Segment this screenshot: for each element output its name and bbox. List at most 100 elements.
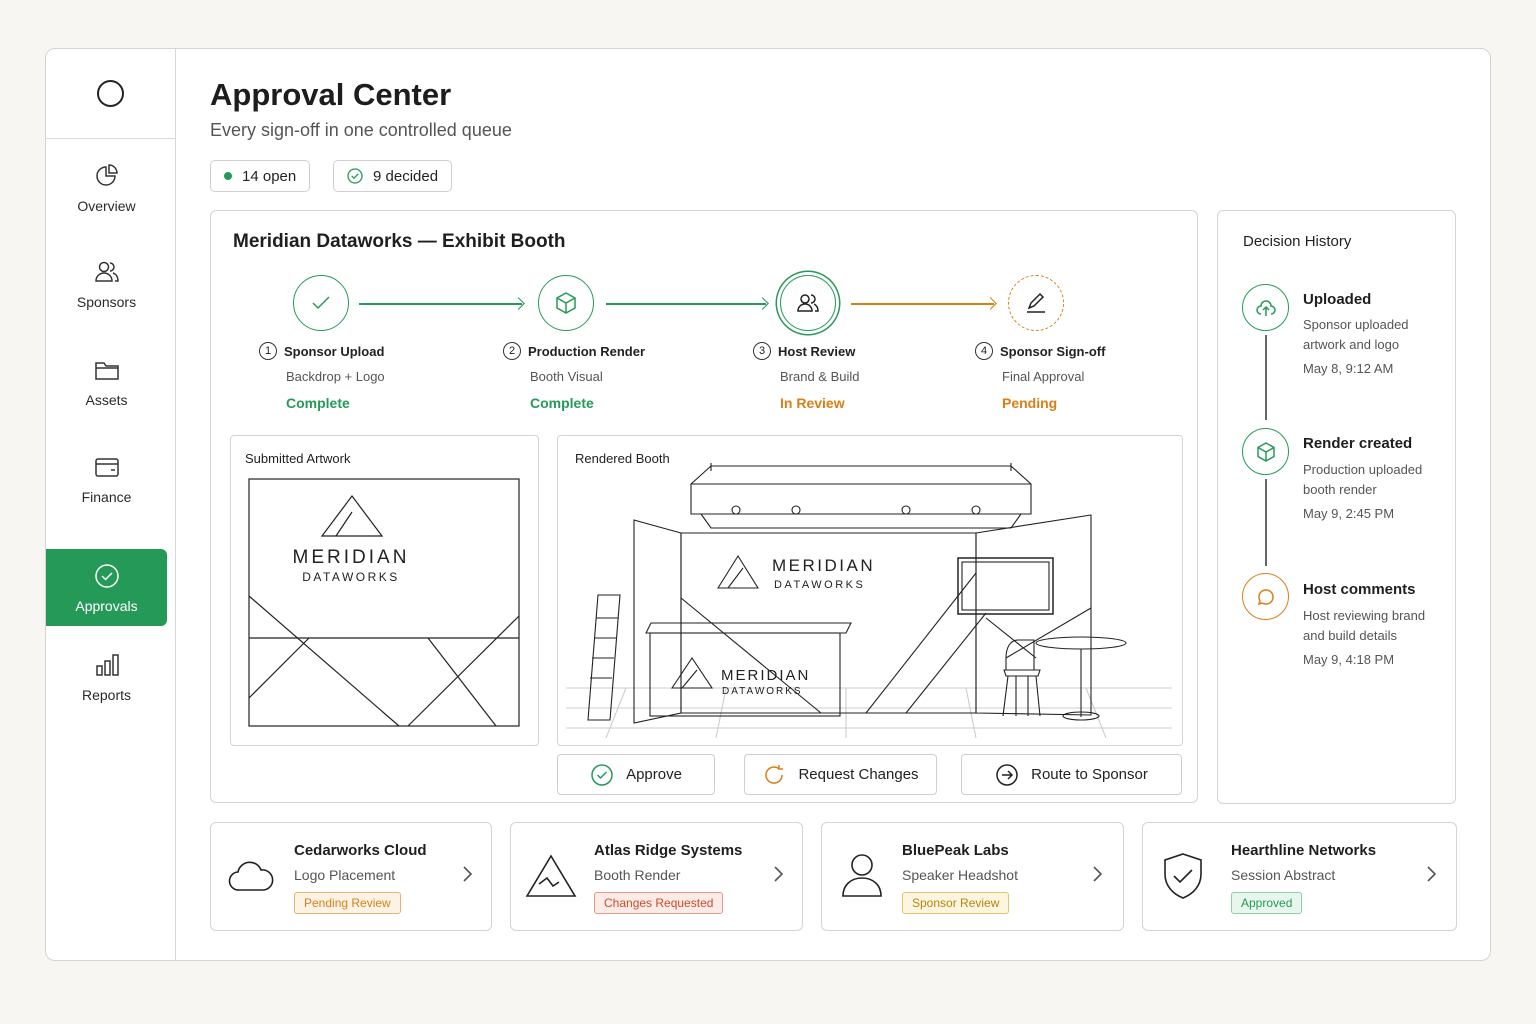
queue-item-desc: Logo Placement: [294, 867, 396, 883]
step-number: 4: [975, 342, 993, 360]
history-title: Decision History: [1243, 233, 1352, 250]
decision-history-card: Decision History Uploaded Sponsor upload…: [1217, 210, 1456, 804]
queue-item-desc: Speaker Headshot: [902, 867, 1018, 883]
status-badge: Changes Requested: [594, 892, 724, 914]
step-4-label: 4 Sponsor Sign-off: [975, 342, 1105, 360]
history-event-desc: Sponsor uploaded artwork and logo: [1303, 317, 1409, 352]
cloud-icon: [228, 861, 274, 891]
sidebar-item-label: Approvals: [75, 597, 138, 614]
check-icon: [312, 296, 330, 310]
history-event-desc: Production uploaded booth render: [1303, 462, 1423, 497]
history-event-time: May 8, 9:12 AM: [1303, 361, 1394, 376]
pie-chart-icon: [95, 163, 118, 186]
check-circle-icon: [347, 168, 363, 184]
step-3-state: In Review: [780, 395, 845, 411]
step-3-label: 3 Host Review: [753, 342, 855, 360]
step-name: Sponsor Sign-off: [1000, 343, 1106, 359]
history-event-time: May 9, 2:45 PM: [1303, 506, 1395, 521]
timeline-line: [1265, 335, 1267, 420]
queue-item-icon: [525, 850, 577, 902]
queue-item-atlas-ridge[interactable]: Atlas Ridge Systems Booth Render Changes…: [510, 822, 803, 931]
chevron-right-icon[interactable]: [1091, 863, 1105, 885]
arrow-circle-right-icon: [996, 763, 1018, 786]
sidebar: Overview Sponsors Assets Finance Approva…: [46, 49, 176, 960]
step-2-state: Complete: [530, 395, 594, 411]
sidebar-item-approvals[interactable]: Approvals: [46, 549, 167, 626]
chevron-right-icon[interactable]: [1425, 863, 1439, 885]
status-badge: Approved: [1231, 892, 1303, 914]
history-event-title: Host comments: [1303, 581, 1416, 598]
history-event-time: May 9, 4:18 PM: [1303, 652, 1395, 667]
app-window: Overview Sponsors Assets Finance Approva…: [45, 48, 1491, 961]
wallet-icon: [94, 457, 119, 477]
step-3-sub: Brand & Build: [780, 369, 860, 384]
history-event-title: Uploaded: [1303, 291, 1372, 308]
booth-brand-subtitle: DATAWORKS: [774, 579, 865, 591]
booth-render-preview[interactable]: MERIDIAN DATAWORKS MERIDIAN DATAWORKS: [566, 458, 1172, 738]
workflow-title: Meridian Dataworks — Exhibit Booth: [233, 231, 566, 252]
timeline-line: [1265, 479, 1267, 566]
chevron-right-icon[interactable]: [772, 863, 786, 885]
artwork-preview[interactable]: MERIDIAN DATAWORKS: [248, 478, 520, 727]
person-icon: [842, 854, 882, 897]
bar-chart-icon: [95, 653, 119, 676]
sidebar-item-sponsors[interactable]: Sponsors: [46, 245, 167, 322]
queue-item-icon: [1157, 850, 1209, 902]
check-circle-icon: [94, 563, 119, 588]
sidebar-item-overview[interactable]: Overview: [46, 149, 167, 226]
shield-check-icon: [1164, 853, 1202, 899]
sidebar-item-finance[interactable]: Finance: [46, 440, 167, 517]
sidebar-item-label: Overview: [77, 197, 136, 214]
counter-brand-subtitle: DATAWORKS: [722, 686, 803, 697]
queue-item-bluepeak[interactable]: BluePeak Labs Speaker Headshot Sponsor R…: [821, 822, 1124, 931]
users-icon: [797, 294, 819, 312]
queue-item-desc: Session Abstract: [1231, 867, 1336, 883]
step-connector: [359, 303, 522, 305]
step-3-status: [780, 275, 836, 331]
logo[interactable]: [46, 49, 175, 139]
workflow-card: Meridian Dataworks — Exhibit Booth 1 Spo…: [210, 210, 1198, 803]
queue-item-cedarworks[interactable]: Cedarworks Cloud Logo Placement Pending …: [210, 822, 492, 931]
queue-item-icon: [836, 850, 888, 902]
status-dot-icon: [224, 172, 232, 180]
mountain-icon: [525, 854, 577, 897]
step-1-sub: Backdrop + Logo: [286, 369, 385, 384]
decided-count-badge[interactable]: 9 decided: [333, 160, 453, 192]
sidebar-item-assets[interactable]: Assets: [46, 343, 167, 420]
artwork-brand-subtitle: DATAWORKS: [302, 570, 400, 584]
queue-item-name: Hearthline Networks: [1231, 842, 1377, 859]
step-4-status: [1008, 275, 1064, 331]
cube-icon: [1256, 441, 1275, 462]
step-name: Production Render: [528, 343, 646, 359]
queue-item-name: BluePeak Labs: [902, 842, 1009, 859]
logo-circle-icon: [97, 80, 124, 107]
cube-icon: [556, 292, 576, 314]
sidebar-item-label: Sponsors: [76, 293, 137, 310]
step-1-state: Complete: [286, 395, 350, 411]
counter-brand-name: MERIDIAN: [721, 667, 810, 684]
decided-count-label: 9 decided: [373, 167, 439, 185]
step-4-state: Pending: [1002, 395, 1058, 411]
users-icon: [94, 261, 119, 282]
refresh-icon: [765, 764, 784, 784]
check-circle-icon: [591, 763, 613, 786]
sidebar-item-reports[interactable]: Reports: [46, 638, 167, 715]
request-changes-button-label: Request Changes: [798, 766, 919, 783]
page-subtitle: Every sign-off in one controlled queue: [210, 120, 512, 140]
history-event-title: Render created: [1303, 435, 1413, 452]
folder-icon: [94, 361, 119, 380]
approve-button[interactable]: Approve: [557, 754, 715, 795]
step-name: Host Review: [778, 343, 856, 359]
sidebar-item-label: Finance: [81, 488, 132, 505]
step-connector: [606, 303, 766, 305]
queue-item-hearthline[interactable]: Hearthline Networks Session Abstract App…: [1142, 822, 1457, 931]
request-changes-button[interactable]: Request Changes: [744, 754, 937, 795]
history-event-icon: [1242, 573, 1289, 620]
open-count-badge[interactable]: 14 open: [210, 160, 311, 192]
chevron-right-icon[interactable]: [461, 863, 475, 885]
route-to-sponsor-button[interactable]: Route to Sponsor: [961, 754, 1182, 795]
artwork-brand-name: MERIDIAN: [293, 547, 410, 568]
queue-item-icon: [225, 850, 277, 902]
step-2-sub: Booth Visual: [530, 369, 603, 384]
history-event-icon: [1242, 284, 1289, 331]
